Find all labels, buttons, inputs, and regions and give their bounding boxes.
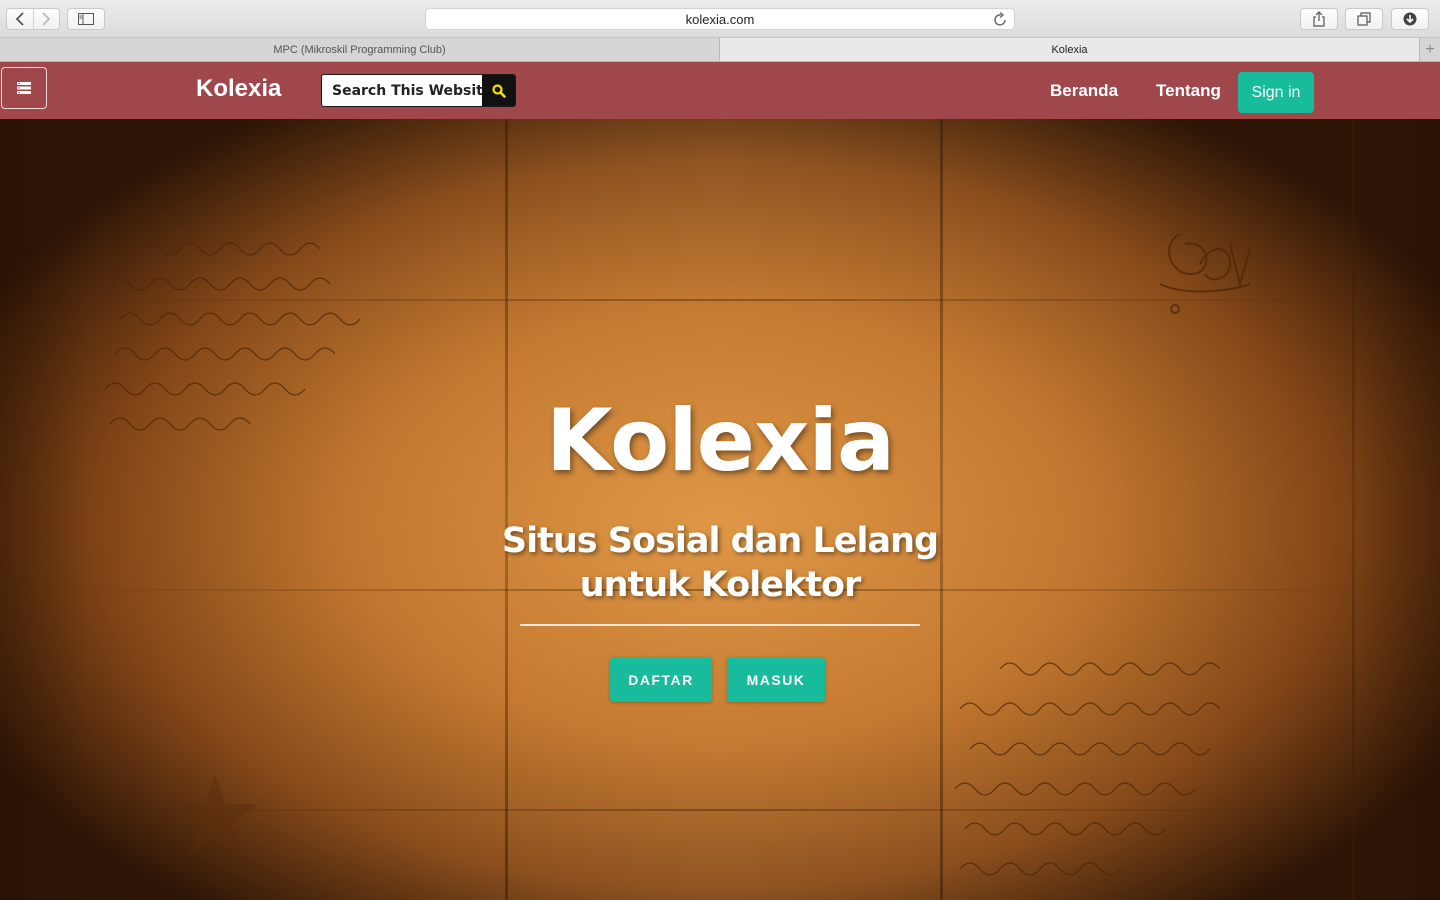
tab-mpc[interactable]: MPC (Mikroskil Programming Club) bbox=[0, 38, 720, 61]
history-nav-group bbox=[6, 8, 60, 30]
site-navbar: Kolexia Beranda Tentang Sign in bbox=[0, 62, 1440, 119]
hero-section: Kolexia Situs Sosial dan Lelang untuk Ko… bbox=[0, 119, 1440, 900]
menu-toggle-button[interactable] bbox=[1, 67, 47, 109]
download-icon bbox=[1403, 12, 1417, 26]
tab-label: MPC (Mikroskil Programming Club) bbox=[273, 43, 446, 56]
new-tab-button[interactable]: + bbox=[1420, 38, 1440, 61]
hero-subtitle: Situs Sosial dan Lelang untuk Kolektor bbox=[501, 521, 939, 605]
handwriting-decoration bbox=[954, 662, 1221, 876]
parchment-fold bbox=[505, 119, 508, 900]
share-button[interactable] bbox=[1300, 8, 1338, 30]
browser-toolbar: kolexia.com bbox=[0, 0, 1440, 38]
search-input[interactable] bbox=[322, 75, 482, 106]
seal-decoration bbox=[1159, 233, 1251, 314]
tab-bar: MPC (Mikroskil Programming Club) Kolexia… bbox=[0, 38, 1440, 62]
sidebar-icon bbox=[78, 13, 94, 25]
star-decoration bbox=[172, 774, 258, 856]
login-button[interactable]: MASUK bbox=[727, 657, 825, 702]
hero-divider bbox=[520, 624, 920, 626]
address-bar[interactable]: kolexia.com bbox=[425, 8, 1015, 30]
forward-button[interactable] bbox=[32, 9, 59, 29]
site-brand[interactable]: Kolexia bbox=[196, 75, 281, 103]
nav-link-tentang[interactable]: Tentang bbox=[1156, 81, 1221, 101]
site-search bbox=[321, 74, 516, 107]
tab-label: Kolexia bbox=[1051, 43, 1088, 56]
url-text: kolexia.com bbox=[685, 11, 755, 27]
show-tabs-button[interactable] bbox=[1345, 8, 1383, 30]
register-button[interactable]: DAFTAR bbox=[610, 657, 712, 702]
nav-link-beranda[interactable]: Beranda bbox=[1050, 81, 1118, 101]
parchment-fold bbox=[1352, 119, 1355, 900]
share-icon bbox=[1313, 11, 1325, 27]
hero-title: Kolexia bbox=[545, 391, 895, 491]
downloads-button[interactable] bbox=[1391, 8, 1429, 30]
reload-icon bbox=[994, 11, 1006, 26]
chevron-right-icon bbox=[42, 12, 51, 26]
sidebar-button[interactable] bbox=[67, 8, 105, 30]
reload-button[interactable] bbox=[994, 11, 1008, 30]
chevron-left-icon bbox=[15, 12, 24, 26]
sign-in-button[interactable]: Sign in bbox=[1238, 72, 1314, 113]
tab-kolexia[interactable]: Kolexia bbox=[720, 38, 1420, 61]
tabs-icon bbox=[1357, 12, 1371, 26]
search-button[interactable] bbox=[482, 75, 515, 106]
back-button[interactable] bbox=[7, 9, 33, 29]
list-icon bbox=[17, 82, 31, 94]
search-icon bbox=[491, 83, 506, 98]
